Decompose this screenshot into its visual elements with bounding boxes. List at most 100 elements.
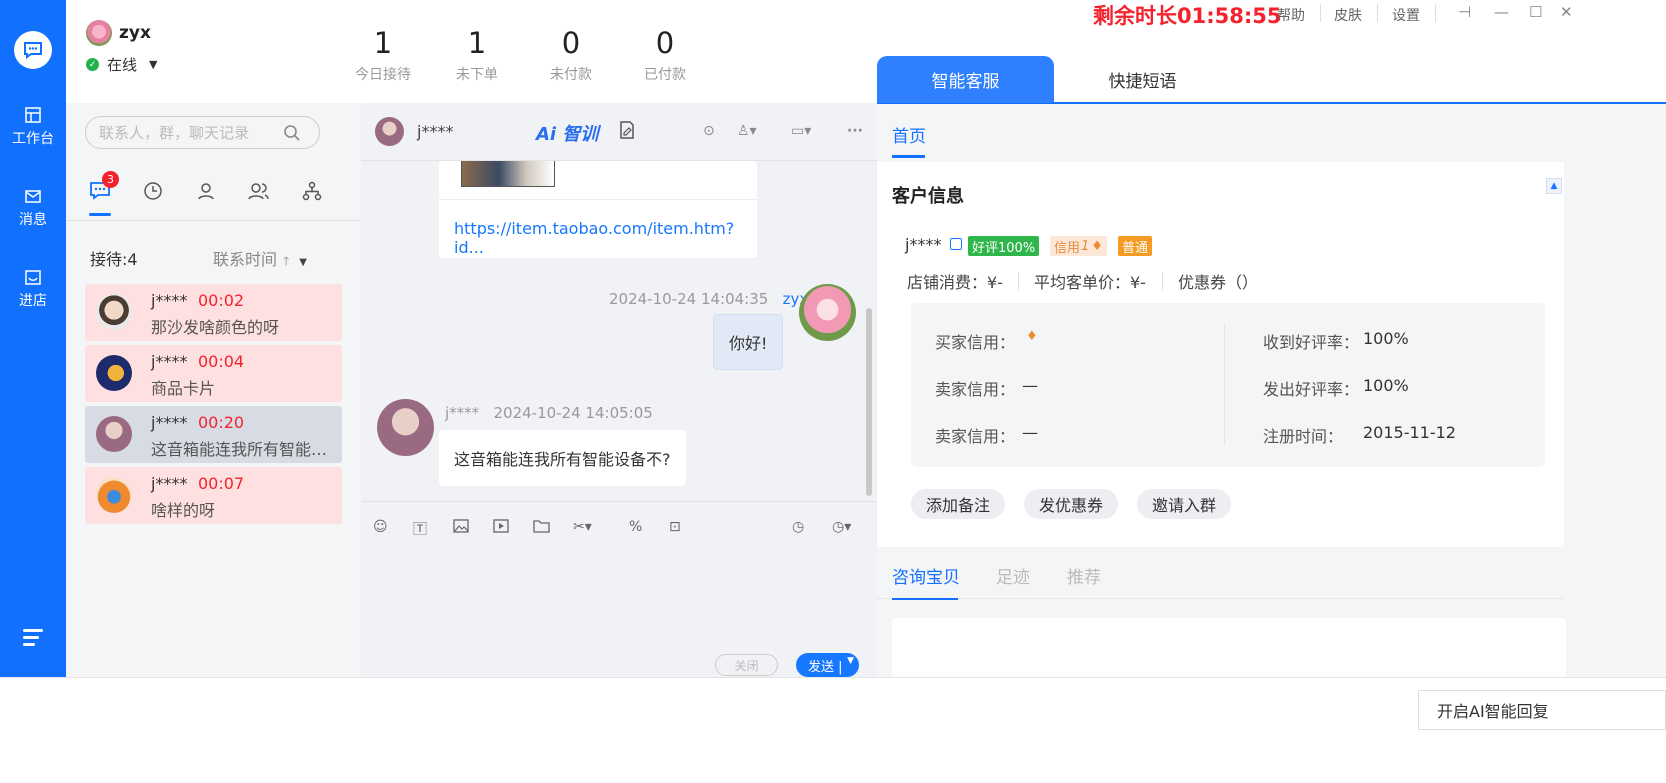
credit-details: 买家信用： ♦ 卖家信用： — 卖家信用： — 收到好评率： 100% 发出好评… xyxy=(911,303,1545,467)
conversation-wait-time: 00:07 xyxy=(198,474,245,493)
send-label: 发送 | xyxy=(808,659,843,675)
close-icon[interactable]: ✕ xyxy=(1560,3,1573,21)
coupon-info[interactable]: 优惠券（） xyxy=(1178,269,1258,293)
conversation-name: j**** xyxy=(151,291,188,310)
settings-link[interactable]: 设置 xyxy=(1392,5,1420,25)
stat-value: 1 xyxy=(373,26,393,60)
history-icon[interactable]: ◷ xyxy=(792,519,804,535)
sort-selector[interactable]: 联系时间 🡑 ▼ xyxy=(213,246,307,273)
sort-label: 联系时间 xyxy=(213,250,278,269)
copy-icon[interactable] xyxy=(950,238,962,250)
conversation-item[interactable]: j**** 00:07 啥样的呀 xyxy=(85,467,342,524)
tab-chats[interactable]: 3 xyxy=(88,171,119,216)
note-icon[interactable] xyxy=(619,121,635,143)
scissors-icon[interactable]: ✂▾ xyxy=(573,519,592,535)
nav-workbench[interactable]: 工作台 xyxy=(0,106,66,148)
skin-link[interactable]: 皮肤 xyxy=(1334,5,1362,25)
invite-group-button[interactable]: 邀请入群 xyxy=(1137,489,1231,519)
contact-tabs: 3 xyxy=(66,171,361,221)
stat-today-received[interactable]: 1 今日接待 xyxy=(338,26,428,84)
conversation-item[interactable]: j**** 00:02 那沙发啥颜色的呀 xyxy=(85,284,342,341)
emoji-icon[interactable]: ☺ xyxy=(373,519,388,535)
price-tag-icon[interactable]: ⊡ xyxy=(669,519,681,535)
product-tabs: 咨询宝贝 足迹 推荐 xyxy=(877,550,1564,600)
menu-icon[interactable] xyxy=(23,629,43,650)
received-rating-label: 收到好评率： xyxy=(1263,333,1360,352)
stat-label: 未付款 xyxy=(550,67,592,83)
queue-count: 接待:4 xyxy=(90,250,138,269)
avatar xyxy=(96,294,132,330)
divider xyxy=(1224,325,1225,445)
nav-store[interactable]: 进店 xyxy=(0,268,66,310)
add-note-button[interactable]: 添加备注 xyxy=(911,489,1005,519)
stat-value: 0 xyxy=(561,26,581,60)
enable-ai-reply-button[interactable]: 开启AI智能回复 xyxy=(1418,690,1666,730)
stat-value: 0 xyxy=(655,26,675,60)
help-link[interactable]: 帮助 xyxy=(1277,5,1305,25)
tab-quick-phrases[interactable]: 快捷短语 xyxy=(1054,56,1231,103)
stat-unpaid[interactable]: 0 未付款 xyxy=(526,26,616,84)
online-check-icon: ✓ xyxy=(86,58,99,71)
divider xyxy=(1162,272,1163,290)
tab-contacts[interactable] xyxy=(194,179,218,203)
stat-not-ordered[interactable]: 1 未下单 xyxy=(432,26,522,84)
store-icon xyxy=(25,270,41,285)
divider xyxy=(1435,4,1436,22)
tab-history[interactable] xyxy=(141,179,165,203)
maximize-icon[interactable]: ☐ xyxy=(1529,3,1542,21)
message-time: 2024-10-24 14:04:35 xyxy=(609,290,769,308)
tab-home[interactable]: 首页 xyxy=(892,122,926,158)
tab-org[interactable] xyxy=(300,179,324,203)
divider xyxy=(1018,272,1019,290)
collapse-icon[interactable]: ▲ xyxy=(1546,178,1562,194)
more-icon[interactable]: ··· xyxy=(847,123,863,139)
tab-recommend[interactable]: 推荐 xyxy=(1067,563,1101,588)
video-icon[interactable]: ▭▾ xyxy=(791,123,811,139)
status-selector[interactable]: ✓ 在线 ▼ xyxy=(86,54,157,75)
given-rating-value: 100% xyxy=(1363,376,1409,395)
credit-level: 1 xyxy=(1081,238,1090,254)
close-button[interactable]: 关闭 xyxy=(715,654,778,676)
tab-inquired-products[interactable]: 咨询宝贝 xyxy=(892,563,960,600)
minimize-icon[interactable]: — xyxy=(1494,3,1509,21)
video-file-icon[interactable] xyxy=(493,519,509,537)
folder-icon[interactable] xyxy=(533,519,550,537)
seller-credit-value: — xyxy=(1022,376,1038,395)
stat-label: 已付款 xyxy=(644,67,686,83)
tab-smart-service[interactable]: 智能客服 xyxy=(877,56,1054,103)
chat-scrollbar[interactable] xyxy=(866,308,872,496)
diamond-icon: ♦ xyxy=(1026,329,1038,344)
divider xyxy=(1377,4,1378,22)
conversation-preview: 那沙发啥颜色的呀 xyxy=(151,318,280,337)
person-icon xyxy=(198,183,214,200)
percent-icon[interactable]: % xyxy=(629,519,642,535)
product-card[interactable]: https://item.taobao.com/item.htm?id... xyxy=(439,161,757,258)
product-list-area xyxy=(892,618,1566,678)
tab-groups[interactable] xyxy=(247,179,271,203)
image-icon[interactable] xyxy=(453,519,469,537)
chevron-down-icon[interactable]: ▼ xyxy=(847,656,854,666)
more-chat-icon[interactable]: ⊙ xyxy=(703,123,715,139)
customer-info-card: 客户信息 j**** 好评100% 信用 1 ♦ 普通 店铺消费：¥- 平均客单… xyxy=(877,162,1564,547)
user-avatar[interactable] xyxy=(86,20,112,46)
stat-paid[interactable]: 0 已付款 xyxy=(620,26,710,84)
conversation-item-selected[interactable]: j**** 00:20 这音箱能连我所有智能设备不? xyxy=(85,406,342,463)
send-button[interactable]: 发送 | ▼ xyxy=(796,653,859,677)
tab-footprint[interactable]: 足迹 xyxy=(996,563,1030,588)
product-link[interactable]: https://item.taobao.com/item.htm?id... xyxy=(454,219,757,257)
text-format-icon[interactable]: 🅃 xyxy=(413,519,427,539)
send-coupon-button[interactable]: 发优惠券 xyxy=(1024,489,1118,519)
avatar xyxy=(96,355,132,391)
pin-icon[interactable]: ⊣ xyxy=(1458,3,1471,21)
ai-training-button[interactable]: Ai 智训 xyxy=(536,120,598,146)
search-input[interactable]: 联系人，群，聊天记录 xyxy=(85,116,320,149)
nav-messages[interactable]: 消息 xyxy=(0,187,66,229)
contacts-panel: 联系人，群，聊天记录 3 接待:4 联系时间 🡑 ▼ j**** 00:02 那沙发… xyxy=(66,103,361,677)
add-person-icon[interactable]: ♙▾ xyxy=(737,123,757,139)
conversation-preview: 啥样的呀 xyxy=(151,501,216,520)
conversation-item[interactable]: j**** 00:04 商品卡片 xyxy=(85,345,342,402)
chat-logo-icon[interactable] xyxy=(14,31,52,69)
schedule-icon[interactable]: ◷▾ xyxy=(832,519,851,535)
avatar[interactable] xyxy=(375,117,404,146)
message-bubble-outgoing: 你好! xyxy=(713,314,784,370)
